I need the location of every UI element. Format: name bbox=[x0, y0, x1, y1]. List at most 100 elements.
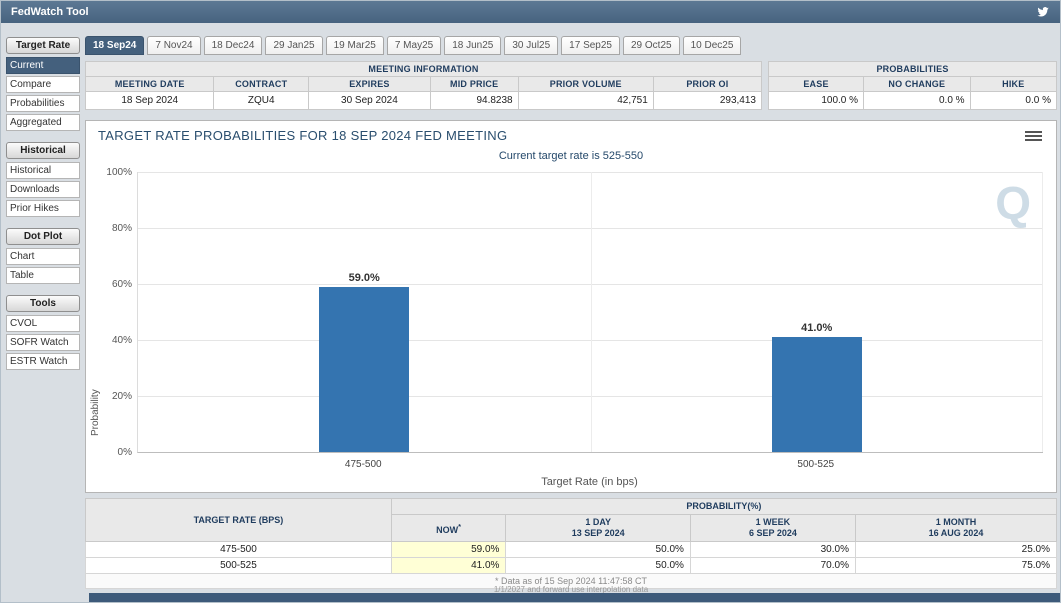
one-day-column-header: 1 DAY13 SEP 2024 bbox=[506, 515, 690, 542]
twitter-icon[interactable] bbox=[1036, 5, 1050, 19]
sidebar-item-compare[interactable]: Compare bbox=[6, 76, 80, 93]
meeting-info-header-cell: PRIOR VOLUME bbox=[518, 77, 653, 92]
one-week-column-header: 1 WEEK6 SEP 2024 bbox=[690, 515, 855, 542]
sidebar-item-current[interactable]: Current bbox=[6, 57, 80, 74]
sidebar-header-historical: Historical bbox=[6, 142, 80, 159]
probabilities-title: PROBABILITIES bbox=[769, 62, 1057, 77]
date-tab[interactable]: 19 Mar25 bbox=[326, 36, 384, 55]
meeting-info-title: MEETING INFORMATION bbox=[86, 62, 762, 77]
y-tick-label: 20% bbox=[94, 391, 132, 402]
hike-value: 0.0 % bbox=[970, 92, 1056, 110]
one-week-cell: 70.0% bbox=[690, 558, 855, 574]
meeting-info-header-cell: EXPIRES bbox=[309, 77, 431, 92]
sidebar-header-tools: Tools bbox=[6, 295, 80, 312]
now-cell: 59.0% bbox=[391, 542, 506, 558]
bar-500-525[interactable] bbox=[772, 337, 862, 452]
chart-subtitle: Current target rate is 525-550 bbox=[86, 150, 1056, 162]
probabilities-row: 100.0 % 0.0 % 0.0 % bbox=[769, 92, 1057, 110]
no-change-value: 0.0 % bbox=[864, 92, 971, 110]
now-cell: 41.0% bbox=[391, 558, 506, 574]
plot-area: 100% 80% 60% 40% 20% 0% Q 59.0% 41.0% bbox=[137, 172, 1043, 453]
y-tick-label: 100% bbox=[94, 167, 132, 178]
date-tab[interactable]: 17 Sep25 bbox=[561, 36, 620, 55]
x-category-label: 475-500 bbox=[137, 459, 590, 470]
meeting-info-header-cell: CONTRACT bbox=[214, 77, 309, 92]
sidebar-header-dot-plot: Dot Plot bbox=[6, 228, 80, 245]
sidebar-item-prior-hikes[interactable]: Prior Hikes bbox=[6, 200, 80, 217]
app-title: FedWatch Tool bbox=[11, 6, 89, 18]
y-tick-label: 40% bbox=[94, 335, 132, 346]
date-tab[interactable]: 18 Jun25 bbox=[444, 36, 501, 55]
ease-value: 100.0 % bbox=[769, 92, 864, 110]
probabilities-header-cell: NO CHANGE bbox=[864, 77, 971, 92]
sidebar-item-historical[interactable]: Historical bbox=[6, 162, 80, 179]
sidebar-item-chart[interactable]: Chart bbox=[6, 248, 80, 265]
date-tab[interactable]: 29 Jan25 bbox=[265, 36, 322, 55]
sidebar-section-historical: Historical Historical Downloads Prior Hi… bbox=[6, 142, 80, 217]
chart-context-menu-icon[interactable] bbox=[1025, 131, 1042, 143]
sidebar-item-sofr-watch[interactable]: SOFR Watch bbox=[6, 334, 80, 351]
meeting-info-header-cell: MID PRICE bbox=[430, 77, 518, 92]
page-footer-bar bbox=[89, 593, 1060, 602]
one-month-column-header: 1 MONTH16 AUG 2024 bbox=[855, 515, 1056, 542]
probability-group-header: PROBABILITY(%) bbox=[391, 499, 1056, 515]
bar-column: 59.0% bbox=[138, 172, 591, 452]
one-day-cell: 50.0% bbox=[506, 542, 690, 558]
date-tab[interactable]: 18 Sep24 bbox=[85, 36, 144, 55]
sidebar-section-dot-plot: Dot Plot Chart Table bbox=[6, 228, 80, 284]
contract-value: ZQU4 bbox=[214, 92, 309, 110]
sidebar-item-downloads[interactable]: Downloads bbox=[6, 181, 80, 198]
sidebar-item-cvol[interactable]: CVOL bbox=[6, 315, 80, 332]
mid-price-value: 94.8238 bbox=[430, 92, 518, 110]
probability-history-panel: TARGET RATE (BPS) PROBABILITY(%) NOW* 1 … bbox=[85, 498, 1057, 589]
bar-series: 59.0% 41.0% bbox=[138, 172, 1043, 452]
rate-column-header: TARGET RATE (BPS) bbox=[86, 499, 392, 542]
date-tab[interactable]: 10 Dec25 bbox=[683, 36, 742, 55]
bar-value-label: 41.0% bbox=[801, 322, 832, 334]
x-axis-categories: 475-500 500-525 bbox=[137, 459, 1042, 470]
y-tick-label: 0% bbox=[94, 447, 132, 458]
probabilities-header-cell: HIKE bbox=[970, 77, 1056, 92]
meeting-info-panel: MEETING INFORMATION MEETING DATE CONTRAC… bbox=[85, 61, 762, 110]
date-tab[interactable]: 18 Dec24 bbox=[204, 36, 263, 55]
meeting-date-value: 18 Sep 2024 bbox=[86, 92, 214, 110]
probabilities-table: PROBABILITIES EASE NO CHANGE HIKE 100.0 … bbox=[768, 61, 1057, 110]
sidebar-section-tools: Tools CVOL SOFR Watch ESTR Watch bbox=[6, 295, 80, 370]
one-month-cell: 75.0% bbox=[855, 558, 1056, 574]
one-day-cell: 50.0% bbox=[506, 558, 690, 574]
date-tab[interactable]: 29 Oct25 bbox=[623, 36, 680, 55]
date-tab[interactable]: 7 Nov24 bbox=[147, 36, 200, 55]
chart-panel: TARGET RATE PROBABILITIES FOR 18 SEP 202… bbox=[85, 120, 1057, 493]
bar-475-500[interactable] bbox=[319, 287, 409, 452]
bar-value-label: 59.0% bbox=[349, 272, 380, 284]
bar-column: 41.0% bbox=[591, 172, 1044, 452]
date-tabs: 18 Sep24 7 Nov24 18 Dec24 29 Jan25 19 Ma… bbox=[85, 36, 741, 55]
sidebar-item-probabilities[interactable]: Probabilities bbox=[6, 95, 80, 112]
fedwatch-page: FedWatch Tool 18 Sep24 7 Nov24 18 Dec24 … bbox=[0, 0, 1061, 603]
one-month-cell: 25.0% bbox=[855, 542, 1056, 558]
meeting-info-table: MEETING INFORMATION MEETING DATE CONTRAC… bbox=[85, 61, 762, 110]
rate-cell: 500-525 bbox=[86, 558, 392, 574]
prior-oi-value: 293,413 bbox=[653, 92, 761, 110]
meeting-info-row: 18 Sep 2024 ZQU4 30 Sep 2024 94.8238 42,… bbox=[86, 92, 762, 110]
table-row: 475-500 59.0% 50.0% 30.0% 25.0% bbox=[86, 542, 1057, 558]
date-tab[interactable]: 30 Jul25 bbox=[504, 36, 558, 55]
app-header: FedWatch Tool bbox=[1, 1, 1060, 23]
meeting-info-header-cell: PRIOR OI bbox=[653, 77, 761, 92]
y-tick-label: 60% bbox=[94, 279, 132, 290]
now-column-header: NOW* bbox=[391, 515, 506, 542]
probabilities-header-cell: EASE bbox=[769, 77, 864, 92]
probabilities-panel: PROBABILITIES EASE NO CHANGE HIKE 100.0 … bbox=[768, 61, 1057, 110]
sidebar-item-estr-watch[interactable]: ESTR Watch bbox=[6, 353, 80, 370]
date-tab[interactable]: 7 May25 bbox=[387, 36, 441, 55]
prior-volume-value: 42,751 bbox=[518, 92, 653, 110]
x-category-label: 500-525 bbox=[590, 459, 1043, 470]
sidebar-section-target-rate: Target Rate Current Compare Probabilitie… bbox=[6, 37, 80, 131]
y-tick-label: 80% bbox=[94, 223, 132, 234]
sidebar-header-target-rate: Target Rate bbox=[6, 37, 80, 54]
meeting-info-header-cell: MEETING DATE bbox=[86, 77, 214, 92]
one-week-cell: 30.0% bbox=[690, 542, 855, 558]
sidebar-item-table[interactable]: Table bbox=[6, 267, 80, 284]
sidebar-item-aggregated[interactable]: Aggregated bbox=[6, 114, 80, 131]
table-row: 500-525 41.0% 50.0% 70.0% 75.0% bbox=[86, 558, 1057, 574]
